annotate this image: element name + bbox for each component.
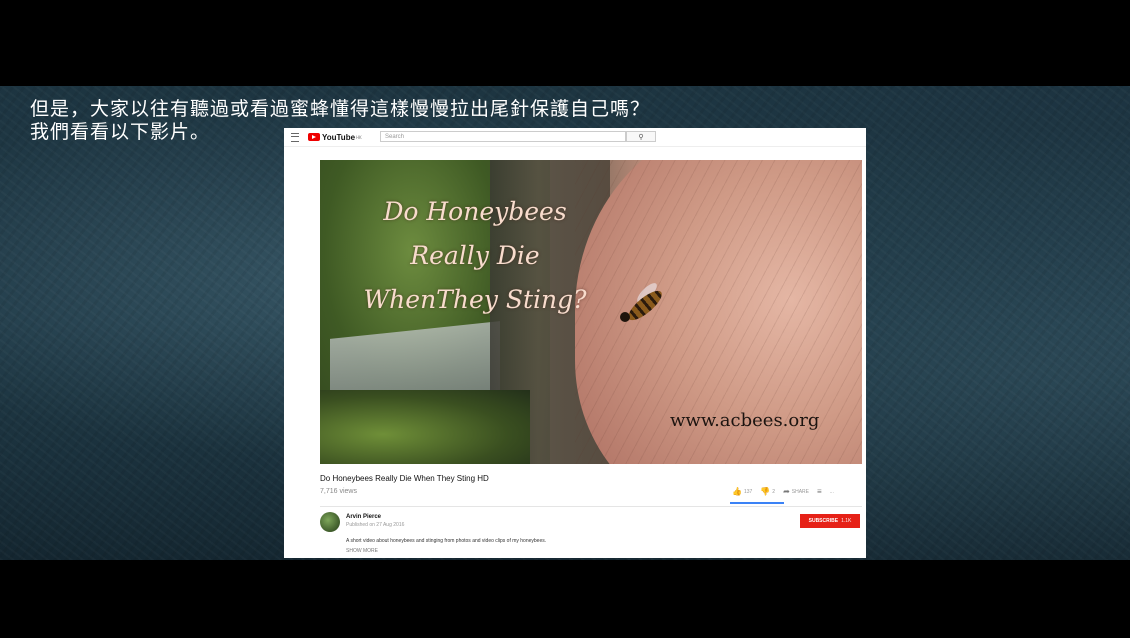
- caption-line-2: 我們看看以下影片。: [30, 121, 211, 143]
- overlay-title-line-2: Really Die: [410, 241, 540, 270]
- letterbox-bottom: [0, 560, 1130, 638]
- slide-caption: 但是，大家以往有聽過或看過蜜蜂懂得這樣慢慢拉出尾針保護自己嗎？ 我們看看以下影片…: [30, 98, 650, 144]
- channel-avatar[interactable]: [320, 512, 340, 532]
- like-button[interactable]: 👍 137: [732, 487, 752, 496]
- divider: [320, 506, 862, 507]
- overlay-title-line-1: Do Honeybees: [383, 197, 567, 226]
- video-overlay-title: Do Honeybees Really Die WhenThey Sting?: [340, 190, 610, 322]
- share-icon: ➦: [783, 487, 790, 496]
- video-bg-leaves: [320, 390, 530, 464]
- show-more-link[interactable]: SHOW MORE: [346, 548, 378, 554]
- playlist-add-icon: ≡: [817, 487, 822, 496]
- like-ratio-bar: [730, 502, 784, 504]
- video-description: A short video about honeybees and stingi…: [346, 538, 547, 544]
- thumbs-up-icon: 👍: [732, 487, 742, 496]
- youtube-page-screenshot: YouTube HK Search ⚲ Do Honeybees Really …: [284, 128, 866, 558]
- overlay-title-line-3: WhenThey Sting?: [363, 285, 587, 314]
- more-button[interactable]: ...: [830, 489, 834, 495]
- subscribe-label: SUBSCRIBE: [808, 518, 839, 524]
- published-date: Published on 27 Aug 2016: [346, 522, 405, 528]
- channel-name[interactable]: Arvin Pierce: [346, 514, 381, 520]
- share-label: SHARE: [791, 488, 809, 495]
- dislike-button[interactable]: 👎 2: [760, 487, 775, 496]
- caption-line-1: 但是，大家以往有聽過或看過蜜蜂懂得這樣慢慢拉出尾針保護自己嗎？: [30, 98, 651, 120]
- share-button[interactable]: ➦ SHARE: [783, 487, 809, 496]
- subscriber-count: 1.1K: [841, 518, 852, 524]
- video-title: Do Honeybees Really Die When They Sting …: [320, 474, 489, 483]
- letterbox-top: [0, 0, 1130, 86]
- dislike-count: 2: [772, 488, 776, 495]
- bee-image: [616, 280, 670, 325]
- video-actions: 👍 137 👎 2 ➦ SHARE ≡ ...: [732, 487, 834, 496]
- thumbs-down-icon: 👎: [760, 487, 771, 496]
- subscribe-button[interactable]: SUBSCRIBE 1.1K: [800, 514, 860, 528]
- more-icon: ...: [829, 488, 834, 495]
- view-count: 7,716 views: [320, 488, 357, 495]
- video-overlay-url: www.acbees.org: [670, 410, 820, 431]
- like-count: 137: [743, 488, 753, 495]
- video-player[interactable]: Do Honeybees Really Die WhenThey Sting? …: [320, 160, 862, 464]
- add-to-button[interactable]: ≡: [817, 487, 822, 496]
